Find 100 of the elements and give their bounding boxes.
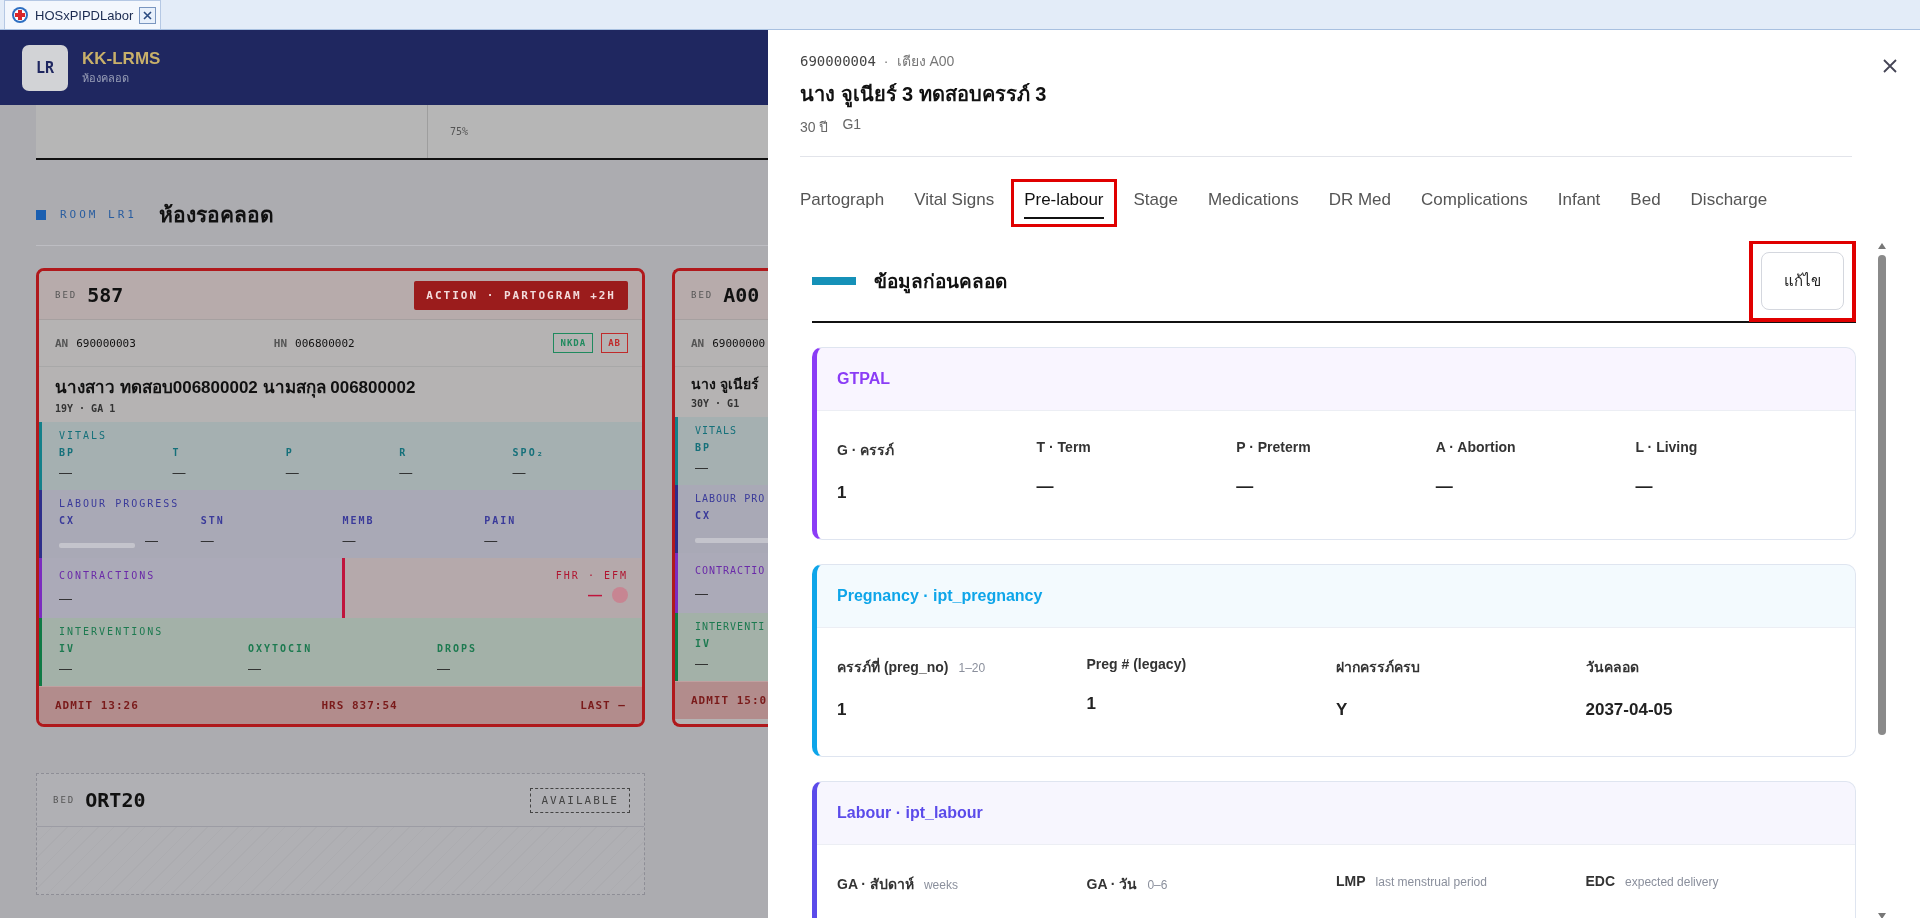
field-hint: 1–20 xyxy=(958,661,986,675)
browser-tab-title: HOSxPIPDLabor xyxy=(35,7,134,23)
field-label: T · Term xyxy=(1036,439,1091,455)
field-value: — xyxy=(588,587,602,603)
field-value: — xyxy=(1036,477,1055,497)
field-label: SPO₂ xyxy=(512,447,546,458)
app-title: KK-LRMS xyxy=(82,48,161,69)
tab[interactable]: Bed xyxy=(1617,179,1674,227)
section-title: INTERVENTI xyxy=(695,621,766,632)
field-label: IV xyxy=(59,643,77,654)
bed-card[interactable] xyxy=(36,268,645,727)
field-value: — xyxy=(1635,477,1654,497)
tab[interactable]: Medications xyxy=(1194,179,1312,227)
field-label: ครรภ์ที่ (preg_no) xyxy=(837,656,949,677)
bed-label: BED xyxy=(55,290,78,300)
field-value: — xyxy=(59,591,73,606)
browser-tab[interactable]: HOSxPIPDLabor xyxy=(4,0,162,29)
field-label: BP xyxy=(59,447,77,458)
close-icon[interactable] xyxy=(1882,58,1898,74)
scrollbar[interactable] xyxy=(1876,241,1888,918)
field-value: Y xyxy=(1336,700,1349,720)
patient-info: 19Y · GA 1 xyxy=(55,403,117,414)
field-value: — xyxy=(399,465,413,480)
field-label: DROPS xyxy=(437,643,479,654)
field-label: A · Abortion xyxy=(1435,439,1516,455)
hn-label: HN xyxy=(273,336,288,350)
field-value: — xyxy=(695,460,708,475)
tab[interactable]: DR Med xyxy=(1315,179,1405,227)
field-hint: weeks xyxy=(923,878,958,892)
card-title: Labour · ipt_labour xyxy=(837,804,983,822)
field-hint: expected delivery xyxy=(1625,875,1719,889)
section-title: FHR · EFM xyxy=(555,570,628,581)
field-label: R xyxy=(399,447,409,458)
field-value: — xyxy=(437,661,450,676)
patient-name: นางสาว ทดสอบ006800002 นามสกุล 006800002 xyxy=(55,377,417,400)
patient-name: นาง จูเนียร์ 3 ทดสอบครรภ์ 3 xyxy=(800,78,1852,110)
section-title: CONTRACTIONS xyxy=(59,570,157,581)
status-badge: AVAILABLE xyxy=(530,787,630,813)
field-value: — xyxy=(59,661,72,676)
footer-stat: HRS 837:54 xyxy=(321,699,398,712)
field-value: — xyxy=(1435,477,1454,497)
field-hint: last menstrual period xyxy=(1375,875,1487,889)
field-label: G · ครรภ์ xyxy=(837,441,895,460)
summary-value: 75% xyxy=(450,126,469,137)
field-value: 1 xyxy=(837,483,848,503)
field-label: T xyxy=(172,447,182,458)
room-marker-icon xyxy=(36,209,46,220)
field-label: ฝากครรภ์ครบ xyxy=(1336,658,1420,677)
field-label: GA · วัน xyxy=(1086,875,1138,894)
field-value: — xyxy=(285,465,299,480)
field-label: L · Living xyxy=(1635,439,1698,455)
field-value: — xyxy=(248,661,261,676)
field-value: 2037-04-05 xyxy=(1585,700,1674,720)
field-label: Preg # (legacy) xyxy=(1086,656,1187,672)
section-title: LABOUR PROGRESS xyxy=(59,498,181,509)
field-value: — xyxy=(59,465,72,480)
an-number: 690000003 xyxy=(76,336,136,350)
field-label: P xyxy=(285,447,295,458)
field-label: STN xyxy=(200,515,226,526)
bed-label: BED xyxy=(53,795,76,805)
bed-card[interactable]: BED ORT20 AVAILABLE xyxy=(36,773,645,895)
an-label: AN xyxy=(55,336,69,350)
gravida-text: G1 xyxy=(842,116,862,134)
tab[interactable]: Infant xyxy=(1544,179,1614,227)
allergy-tag: NKDA xyxy=(553,333,594,353)
footer-stat: ADMIT 13:26 xyxy=(55,699,139,712)
field-value: — xyxy=(512,465,526,480)
field-label: IV xyxy=(695,638,713,649)
field-value: — xyxy=(484,533,498,548)
app-logo-icon xyxy=(11,6,29,24)
card-title: Pregnancy · ipt_pregnancy xyxy=(837,587,1043,605)
tab[interactable]: Complications xyxy=(1408,179,1541,227)
field-label: MEMB xyxy=(342,515,376,526)
section-title: LABOUR PRO xyxy=(695,493,766,504)
card-title: GTPAL xyxy=(837,370,891,388)
bed-card[interactable]: BED A00 AN 69000000 นาง จูเนียร์ 30Y · G1 VITALS BP — LABOUR PRO CX CONTRACTIO — INTERVENTI IV — ADMIT 15:0 xyxy=(672,268,768,727)
tab[interactable]: Pre-labour xyxy=(1011,179,1117,227)
edit-button[interactable]: แก้ไข xyxy=(1761,252,1844,310)
field-hint: 0–6 xyxy=(1147,878,1168,892)
room-label: ROOM LR1 xyxy=(60,208,137,221)
an-label: AN xyxy=(691,336,705,350)
logo-badge: LR xyxy=(22,44,68,91)
tab[interactable]: Vital Signs xyxy=(901,179,1008,227)
section-title: INTERVENTIONS xyxy=(59,626,165,637)
field-value: — xyxy=(172,465,186,480)
status-dot-icon xyxy=(612,587,628,603)
field-label: OXYTOCIN xyxy=(248,643,314,654)
close-icon[interactable] xyxy=(139,6,157,24)
field-value: — xyxy=(200,533,214,548)
section-heading: ข้อมูลก่อนคลอด xyxy=(874,270,1007,296)
field-label: P · Preterm xyxy=(1236,439,1311,455)
tab[interactable]: Discharge xyxy=(1677,179,1781,227)
section-title: VITALS xyxy=(695,425,739,436)
field-value: — xyxy=(342,533,356,548)
tab[interactable]: Partograph xyxy=(800,179,898,227)
bed-text: เตียง A00 xyxy=(896,52,955,71)
tab[interactable]: Stage xyxy=(1120,179,1191,227)
field-label: PAIN xyxy=(484,515,518,526)
field-value: — xyxy=(1236,477,1255,497)
field-value: — xyxy=(695,656,708,671)
